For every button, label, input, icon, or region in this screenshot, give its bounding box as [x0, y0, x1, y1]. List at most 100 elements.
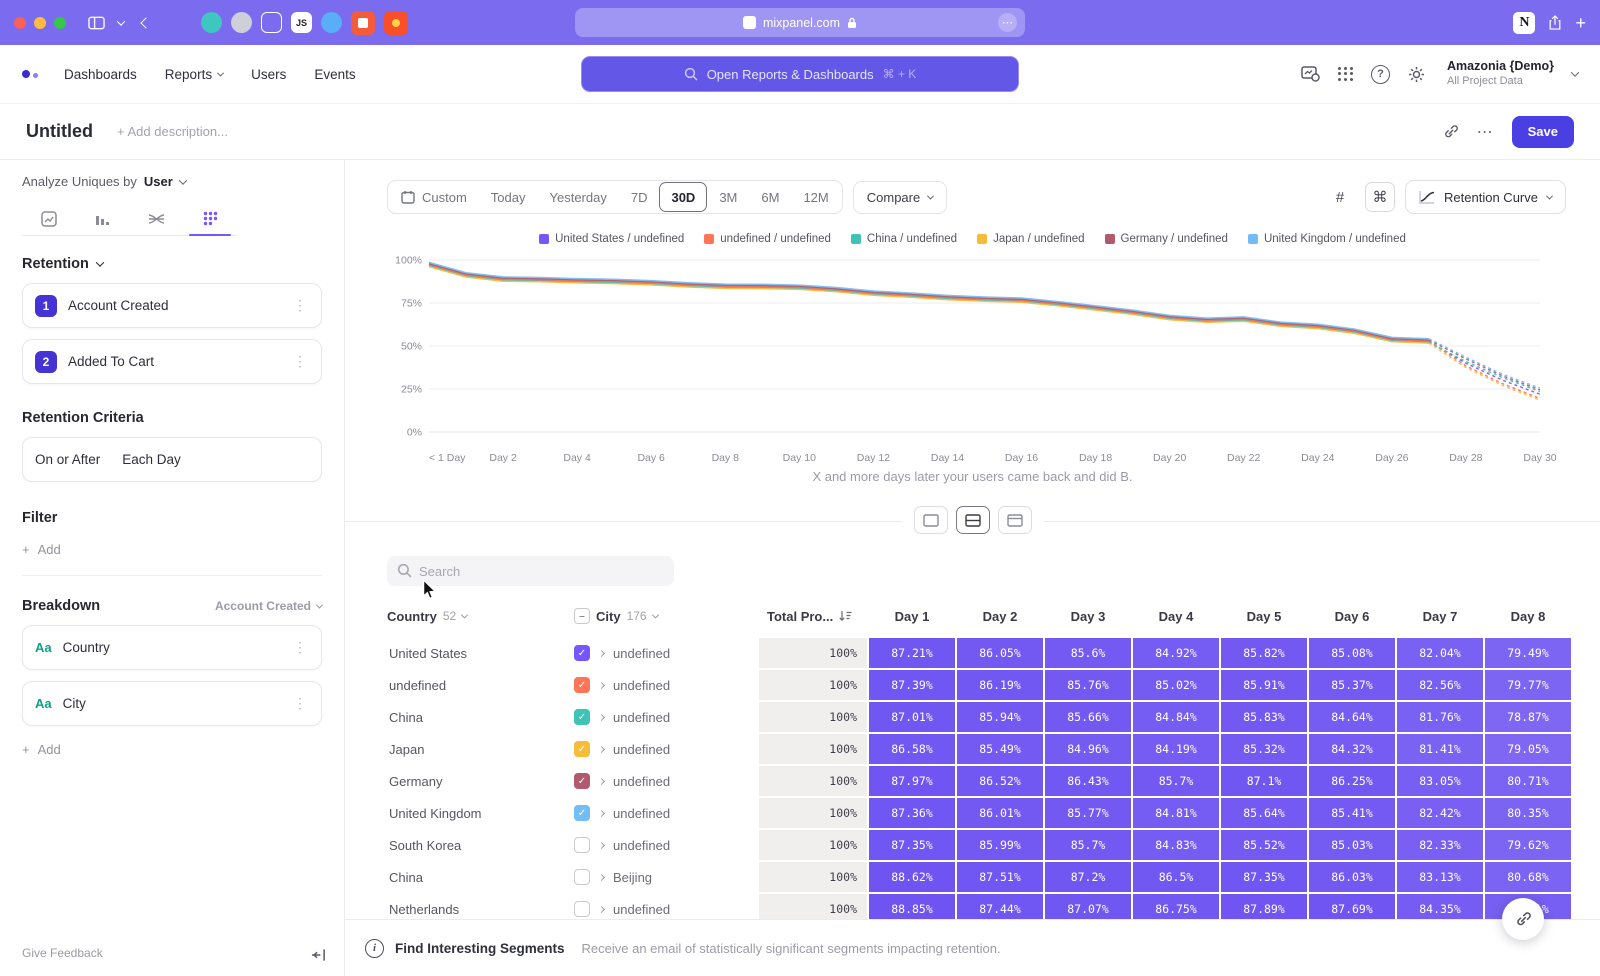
extension-icon-2[interactable]	[231, 12, 252, 33]
kebab-menu-icon[interactable]: ⋮	[291, 297, 309, 314]
retention-value-cell[interactable]: 81.41%	[1397, 734, 1483, 764]
report-title[interactable]: Untitled	[26, 121, 93, 142]
date-range-custom[interactable]: Custom	[389, 182, 479, 212]
retention-value-cell[interactable]: 85.99%	[957, 830, 1043, 860]
retention-value-cell[interactable]: 84.84%	[1133, 702, 1219, 732]
row-checkbox[interactable]: ✓	[574, 773, 590, 789]
expand-chevron-icon[interactable]	[598, 809, 605, 816]
nav-item-events[interactable]: Events	[314, 67, 355, 82]
retention-value-cell[interactable]: 84.32%	[1309, 734, 1395, 764]
retention-value-cell[interactable]: 87.35%	[1221, 862, 1307, 892]
retention-value-cell[interactable]: 85.7%	[1133, 766, 1219, 796]
retention-value-cell[interactable]: 86.03%	[1309, 862, 1395, 892]
country-cell[interactable]: United States	[387, 638, 572, 668]
extension-icon-6[interactable]	[384, 11, 408, 35]
expand-chevron-icon[interactable]	[598, 777, 605, 784]
collapse-sidebar-icon[interactable]	[311, 948, 326, 962]
country-cell[interactable]: undefined	[387, 670, 572, 700]
legend-item[interactable]: undefined / undefined	[704, 233, 831, 245]
day-column-header[interactable]: Day 2	[957, 609, 1043, 624]
retention-value-cell[interactable]: 85.6%	[1045, 638, 1131, 668]
date-range-yesterday[interactable]: Yesterday	[538, 182, 619, 212]
expand-chevron-icon[interactable]	[598, 745, 605, 752]
window-minimize-button[interactable]	[34, 17, 46, 29]
legend-item[interactable]: China / undefined	[851, 233, 957, 245]
retention-value-cell[interactable]: 86.05%	[957, 638, 1043, 668]
retention-value-cell[interactable]: 85.41%	[1309, 798, 1395, 828]
url-bar[interactable]: mixpanel.com ⋯	[575, 8, 1025, 37]
day-column-header[interactable]: Day 8	[1485, 609, 1571, 624]
city-column-header[interactable]: – City 176	[574, 608, 757, 624]
retention-value-cell[interactable]: 83.05%	[1397, 766, 1483, 796]
find-segments-title[interactable]: Find Interesting Segments	[395, 941, 565, 956]
row-checkbox[interactable]	[574, 837, 590, 853]
extension-icon-5[interactable]	[351, 11, 375, 35]
retention-value-cell[interactable]: 79.62%	[1485, 830, 1571, 860]
analyze-entity[interactable]: User	[144, 174, 173, 189]
retention-value-cell[interactable]: 87.39%	[869, 670, 955, 700]
expand-chevron-icon[interactable]	[598, 841, 605, 848]
retention-step[interactable]: 2Added To Cart⋮	[22, 339, 322, 384]
retention-value-cell[interactable]: 84.96%	[1045, 734, 1131, 764]
row-checkbox[interactable]: ✓	[574, 709, 590, 725]
row-checkbox[interactable]	[574, 869, 590, 885]
retention-value-cell[interactable]: 85.02%	[1133, 670, 1219, 700]
settings-gear-icon[interactable]	[1408, 66, 1425, 83]
day-column-header[interactable]: Day 3	[1045, 609, 1131, 624]
retention-chart[interactable]: 100%75%50%25%0%< 1 DayDay 2Day 4Day 6Day…	[387, 253, 1572, 467]
country-cell[interactable]: United Kingdom	[387, 798, 572, 828]
legend-item[interactable]: United Kingdom / undefined	[1248, 233, 1406, 245]
chevron-down-icon[interactable]	[117, 17, 125, 25]
notion-extension-icon[interactable]: N	[1513, 12, 1535, 34]
url-more-icon[interactable]: ⋯	[998, 13, 1017, 32]
retention-value-cell[interactable]: 86.52%	[957, 766, 1043, 796]
day-column-header[interactable]: Day 5	[1221, 609, 1307, 624]
country-cell[interactable]: Japan	[387, 734, 572, 764]
city-cell[interactable]: undefined	[574, 830, 757, 860]
tab-insights[interactable]	[22, 202, 76, 235]
global-search-button[interactable]: Open Reports & Dashboards ⌘ + K	[581, 56, 1019, 92]
country-column-header[interactable]: Country 52	[387, 609, 572, 624]
retention-value-cell[interactable]: 82.42%	[1397, 798, 1483, 828]
add-description-button[interactable]: + Add description...	[117, 124, 228, 139]
compare-button[interactable]: Compare	[853, 181, 947, 214]
country-cell[interactable]: China	[387, 702, 572, 732]
legend-item[interactable]: Japan / undefined	[977, 233, 1084, 245]
retention-value-cell[interactable]: 85.66%	[1045, 702, 1131, 732]
retention-value-cell[interactable]: 85.94%	[957, 702, 1043, 732]
retention-value-cell[interactable]: 84.19%	[1133, 734, 1219, 764]
retention-value-cell[interactable]: 82.56%	[1397, 670, 1483, 700]
row-checkbox[interactable]: ✓	[574, 741, 590, 757]
retention-value-cell[interactable]: 84.64%	[1309, 702, 1395, 732]
give-feedback-link[interactable]: Give Feedback	[22, 946, 103, 960]
retention-value-cell[interactable]: 86.43%	[1045, 766, 1131, 796]
more-options-icon[interactable]: ⋯	[1477, 122, 1494, 142]
retention-value-cell[interactable]: 80.71%	[1485, 766, 1571, 796]
legend-item[interactable]: Germany / undefined	[1105, 233, 1228, 245]
retention-value-cell[interactable]: 87.01%	[869, 702, 955, 732]
retention-value-cell[interactable]: 86.58%	[869, 734, 955, 764]
retention-step[interactable]: 1Account Created⋮	[22, 283, 322, 328]
day-column-header[interactable]: Day 1	[869, 609, 955, 624]
nav-item-users[interactable]: Users	[251, 67, 286, 82]
mixpanel-logo-icon[interactable]	[22, 70, 38, 78]
retention-value-cell[interactable]: 79.49%	[1485, 638, 1571, 668]
nav-item-reports[interactable]: Reports	[165, 67, 223, 82]
retention-value-cell[interactable]: 85.77%	[1045, 798, 1131, 828]
date-range-30d[interactable]: 30D	[659, 182, 707, 212]
retention-value-cell[interactable]: 85.64%	[1221, 798, 1307, 828]
window-close-button[interactable]	[14, 17, 26, 29]
help-icon[interactable]: ?	[1371, 65, 1390, 84]
table-search-input[interactable]	[387, 556, 674, 586]
extension-icon-js[interactable]: JS	[291, 12, 312, 33]
retention-value-cell[interactable]: 86.5%	[1133, 862, 1219, 892]
retention-value-cell[interactable]: 85.03%	[1309, 830, 1395, 860]
retention-value-cell[interactable]: 87.97%	[869, 766, 955, 796]
retention-value-cell[interactable]: 85.37%	[1309, 670, 1395, 700]
save-button[interactable]: Save	[1512, 116, 1574, 148]
project-selector[interactable]: Amazonia {Demo} All Project Data	[1447, 59, 1554, 88]
extension-icon-3[interactable]	[261, 12, 282, 33]
retention-value-cell[interactable]: 85.83%	[1221, 702, 1307, 732]
share-icon[interactable]	[1548, 14, 1562, 31]
apps-grid-icon[interactable]	[1338, 67, 1353, 82]
